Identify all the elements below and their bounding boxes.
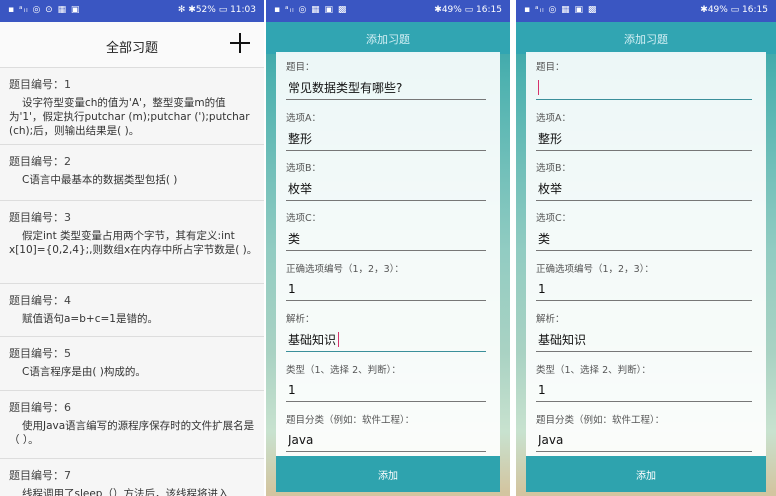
status-icons-right: ✱49% ▭ 16:15 xyxy=(434,5,502,15)
form-card: 题目： 选项A： 选项B： 选项C： 正确选项编号（1，2，3）： 解析： 类型… xyxy=(276,52,500,456)
question-item[interactable]: 题目编号：2 C语言中最基本的数据类型包括( ) xyxy=(0,145,264,201)
form-card: 题目： 选项A： 选项B： 选项C： 正确选项编号（1，2，3）： 解析： 类型… xyxy=(526,52,766,456)
correct-option-input[interactable] xyxy=(286,277,486,301)
page-title: 添加习题 xyxy=(366,33,410,46)
question-item[interactable]: 题目编号：7 线程调用了sleep（）方法后，该线程将进入 xyxy=(0,459,264,496)
question-item[interactable]: 题目编号：3 假定int 类型变量占用两个字节，其有定义:int x[10]={… xyxy=(0,201,264,284)
analysis-label: 解析： xyxy=(536,314,565,325)
correct-option-input[interactable] xyxy=(536,277,752,301)
option-c-label: 选项C： xyxy=(536,213,572,224)
question-number: 题目编号：6 xyxy=(9,401,71,414)
type-input[interactable] xyxy=(536,378,752,402)
question-label: 题目： xyxy=(286,62,315,73)
status-icons-left: ▪ ᵃᵢₗ ◎ ⊙ ▦ ▣ xyxy=(8,5,81,15)
question-number: 题目编号：2 xyxy=(9,155,71,168)
text-cursor xyxy=(338,332,339,347)
analysis-input[interactable] xyxy=(536,328,752,352)
add-question-screen-empty: ▪ ᵃᵢₗ ◎ ▦ ▣ ▩ ✱49% ▭ 16:15 添加习题 题目： 选项A：… xyxy=(516,0,776,496)
question-list-screen: ▪ ᵃᵢₗ ◎ ⊙ ▦ ▣ ✻ ✱52% ▭ 11:03 全部习题 题目编号：1… xyxy=(0,0,264,496)
option-b-input[interactable] xyxy=(536,177,752,201)
type-label: 类型（1、选择 2、判断）： xyxy=(536,365,651,376)
question-text: 假定int 类型变量占用两个字节，其有定义:int x[10]={0,2,4};… xyxy=(9,230,258,256)
header: 添加习题 xyxy=(266,22,510,54)
add-button[interactable]: 添加 xyxy=(526,456,766,492)
option-b-label: 选项B： xyxy=(286,163,322,174)
question-number: 题目编号：5 xyxy=(9,347,71,360)
option-a-label: 选项A： xyxy=(536,113,571,124)
correct-option-label: 正确选项编号（1，2，3）： xyxy=(536,264,654,275)
question-text: 使用Java语言编写的源程序保存时的文件扩展名是（ ）。 xyxy=(9,420,255,446)
add-button[interactable]: 添加 xyxy=(276,456,500,492)
question-text: 赋值语句a=b+c=1是错的。 xyxy=(22,313,158,325)
question-label: 题目： xyxy=(536,62,565,73)
question-number: 题目编号：4 xyxy=(9,294,71,307)
page-title: 添加习题 xyxy=(624,33,668,46)
question-input[interactable] xyxy=(536,76,752,100)
question-number: 题目编号：3 xyxy=(9,211,71,224)
option-c-input[interactable] xyxy=(536,227,752,251)
option-c-label: 选项C： xyxy=(286,213,322,224)
type-label: 类型（1、选择 2、判断）： xyxy=(286,365,401,376)
category-input[interactable] xyxy=(536,428,752,452)
header: 全部习题 xyxy=(0,22,264,68)
question-item[interactable]: 题目编号：4 赋值语句a=b+c=1是错的。 xyxy=(0,284,264,337)
option-b-input[interactable] xyxy=(286,177,486,201)
analysis-label: 解析： xyxy=(286,314,315,325)
question-item[interactable]: 题目编号：6 使用Java语言编写的源程序保存时的文件扩展名是（ ）。 xyxy=(0,391,264,459)
status-icons-left: ▪ ᵃᵢₗ ◎ ▦ ▣ ▩ xyxy=(274,5,348,15)
text-cursor xyxy=(538,80,539,95)
question-text: C语言程序是由( )构成的。 xyxy=(22,366,146,378)
category-label: 题目分类（例如：软件工程）： xyxy=(536,415,665,426)
status-bar: ▪ ᵃᵢₗ ◎ ▦ ▣ ▩ ✱49% ▭ 16:15 xyxy=(266,0,510,22)
status-icons-left: ▪ ᵃᵢₗ ◎ ▦ ▣ ▩ xyxy=(524,5,598,15)
correct-option-label: 正确选项编号（1，2，3）： xyxy=(286,264,404,275)
option-a-input[interactable] xyxy=(536,127,752,151)
option-c-input[interactable] xyxy=(286,227,486,251)
status-bar: ▪ ᵃᵢₗ ◎ ▦ ▣ ▩ ✱49% ▭ 16:15 xyxy=(516,0,776,22)
question-item[interactable]: 题目编号：1 设字符型变量ch的值为'A'，整型变量m的值为'1'，假定执行pu… xyxy=(0,68,264,145)
question-number: 题目编号：1 xyxy=(9,78,71,91)
option-a-input[interactable] xyxy=(286,127,486,151)
plus-icon[interactable] xyxy=(230,33,250,53)
question-text: 线程调用了sleep（）方法后，该线程将进入 xyxy=(22,488,229,496)
status-bar: ▪ ᵃᵢₗ ◎ ⊙ ▦ ▣ ✻ ✱52% ▭ 11:03 xyxy=(0,0,264,22)
status-icons-right: ✱49% ▭ 16:15 xyxy=(700,5,768,15)
question-input[interactable] xyxy=(286,76,486,100)
question-item[interactable]: 题目编号：5 C语言程序是由( )构成的。 xyxy=(0,337,264,391)
question-number: 题目编号：7 xyxy=(9,469,71,482)
option-a-label: 选项A： xyxy=(286,113,321,124)
option-b-label: 选项B： xyxy=(536,163,572,174)
add-question-screen-filled: ▪ ᵃᵢₗ ◎ ▦ ▣ ▩ ✱49% ▭ 16:15 添加习题 题目： 选项A：… xyxy=(266,0,510,496)
question-text: C语言中最基本的数据类型包括( ) xyxy=(22,174,178,186)
analysis-input[interactable] xyxy=(286,328,486,352)
status-icons-right: ✻ ✱52% ▭ 11:03 xyxy=(177,5,256,15)
page-title: 全部习题 xyxy=(105,41,158,56)
type-input[interactable] xyxy=(286,378,486,402)
category-input[interactable] xyxy=(286,428,486,452)
category-label: 题目分类（例如：软件工程）： xyxy=(286,415,415,426)
header: 添加习题 xyxy=(516,22,776,54)
question-text: 设字符型变量ch的值为'A'，整型变量m的值为'1'，假定执行putchar (… xyxy=(9,97,250,137)
